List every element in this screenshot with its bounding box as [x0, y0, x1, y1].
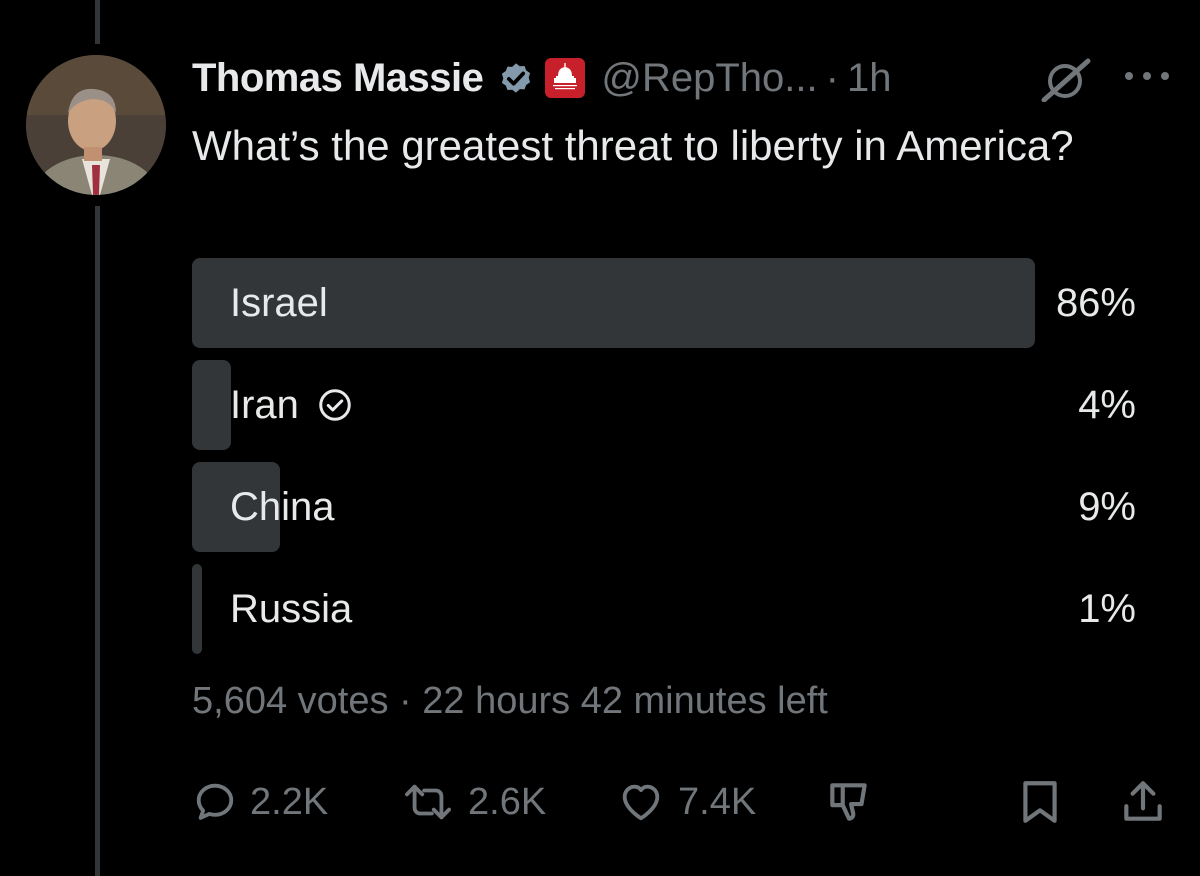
poll-option-percent: 1%	[1078, 586, 1136, 631]
verified-check-icon[interactable]	[497, 59, 535, 97]
avatar[interactable]	[26, 55, 166, 195]
poll-option-label: Russia	[230, 586, 353, 631]
poll-option-russia: Russia 1%	[192, 564, 1142, 654]
thread-line-top	[95, 0, 100, 44]
like-count: 7.4K	[678, 780, 757, 823]
poll-option-label: Israel	[230, 280, 328, 325]
poll-option-percent: 9%	[1078, 484, 1136, 529]
retweet-count: 2.6K	[468, 780, 547, 823]
poll-meta: 5,604 votes · 22 hours 42 minutes left	[192, 680, 828, 723]
retweet-button[interactable]: 2.6K	[400, 770, 546, 834]
poll-option-label-group: Iran	[230, 360, 353, 450]
poll-option-percent: 4%	[1078, 382, 1136, 427]
poll-option-china: China 9%	[192, 462, 1142, 552]
bookmark-button[interactable]	[1018, 770, 1062, 834]
dislike-button[interactable]	[824, 770, 874, 834]
bookmark-icon	[1023, 781, 1057, 823]
more-options-icon[interactable]	[1120, 66, 1174, 86]
tweet-text: What’s the greatest threat to liberty in…	[192, 122, 1074, 169]
author-handle[interactable]: @RepTho...	[601, 56, 817, 101]
poll-option-iran: Iran 4%	[192, 360, 1142, 450]
poll-option-percent: 86%	[1055, 280, 1136, 325]
action-bar: 2.2K 2.6K 7.4K	[192, 770, 1172, 834]
retweet-icon	[405, 784, 452, 820]
poll-bar	[192, 360, 231, 450]
author-name[interactable]: Thomas Massie	[192, 56, 484, 101]
poll: Israel 86% Iran 4% China 9% Russia 1%	[192, 258, 1142, 666]
selected-check-icon	[317, 387, 353, 423]
heart-icon	[622, 784, 660, 821]
header-separator: ·	[825, 55, 839, 100]
share-button[interactable]	[1120, 770, 1166, 834]
poll-option-israel: Israel 86%	[192, 258, 1142, 348]
poll-option-label: China	[230, 484, 335, 529]
share-icon	[1124, 781, 1162, 821]
thread-line-bottom	[95, 206, 100, 876]
poll-option-label: Iran	[230, 382, 299, 427]
reply-icon	[196, 783, 234, 820]
like-button[interactable]: 7.4K	[616, 770, 756, 834]
house-gop-capitol-icon[interactable]	[545, 58, 586, 98]
poll-meta-separator: ·	[399, 680, 412, 722]
thumbs-down-icon	[830, 783, 867, 821]
tweet-header: Thomas Massie @RepTho... · 1h	[192, 50, 891, 106]
poll-votes: 5,604 votes	[192, 680, 389, 722]
grok-icon[interactable]	[1040, 58, 1092, 103]
reply-button[interactable]: 2.2K	[192, 770, 328, 834]
reply-count: 2.2K	[250, 780, 329, 823]
poll-bar	[192, 564, 202, 654]
poll-time-left: 22 hours 42 minutes left	[422, 680, 828, 722]
tweet-time[interactable]: 1h	[847, 56, 892, 101]
